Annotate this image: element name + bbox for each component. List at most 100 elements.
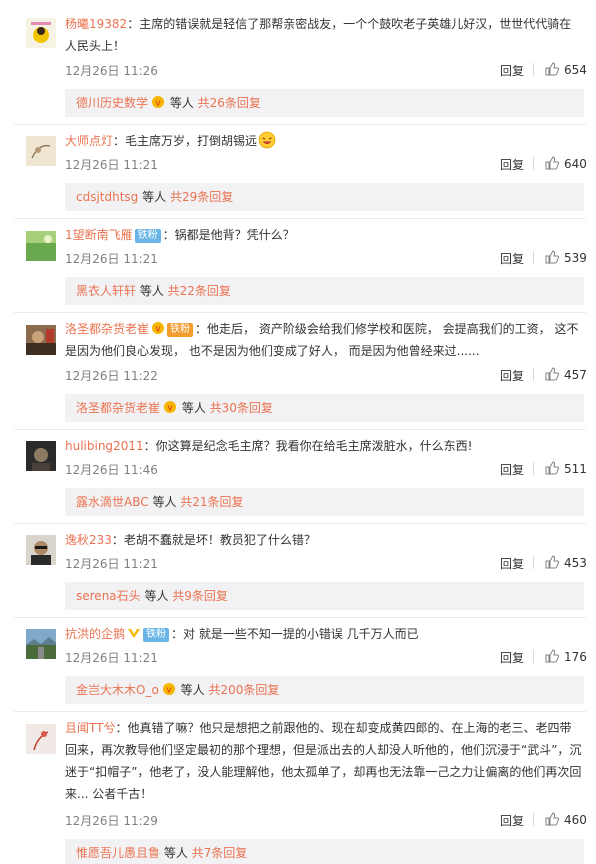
laughing-emoji-icon — [258, 131, 276, 149]
like-button[interactable]: 539 — [545, 250, 587, 265]
divider — [14, 523, 586, 524]
reply-thread[interactable]: serena石头 等人 共9条回复 — [65, 582, 584, 610]
divider — [14, 312, 586, 313]
reply-thread[interactable]: 金岂大木木O_o v 等人 共200条回复 — [65, 676, 584, 704]
avatar[interactable] — [26, 441, 56, 471]
divider — [533, 650, 534, 663]
divider — [14, 429, 586, 430]
thread-username[interactable]: 惟愿吾儿愚且鲁 — [76, 846, 160, 860]
comment-username[interactable]: 且闻TT兮 — [65, 721, 115, 735]
like-button[interactable]: 511 — [545, 461, 587, 476]
reply-button[interactable]: 回复 — [500, 555, 524, 572]
like-count: 453 — [564, 556, 587, 570]
comment-time: 12月26日 11:22 — [65, 369, 158, 383]
thread-count[interactable]: 共22条回复 — [168, 284, 231, 298]
thread-username[interactable]: serena石头 — [76, 589, 141, 603]
fan-badge: 铁粉 — [143, 628, 170, 642]
thread-count[interactable]: 共30条回复 — [210, 401, 273, 415]
comment-username[interactable]: hulibing2011 — [65, 439, 144, 453]
avatar[interactable] — [26, 535, 56, 565]
svg-text:v: v — [166, 686, 172, 696]
like-button[interactable]: 453 — [545, 555, 587, 570]
thread-username[interactable]: 露水滴世ABC — [76, 495, 149, 509]
reply-button[interactable]: 回复 — [500, 367, 524, 384]
avatar[interactable] — [26, 136, 56, 166]
comment-text: 洛圣都杂货老崔 v 铁粉 ：他走后， 资产阶级会给我们修学校和医院， 会提高我们的工资… — [65, 318, 582, 362]
comment-body: ：对 就是一些不知一提的小错误 几千万人而已 — [171, 627, 419, 641]
thread-suffix: 等人 — [136, 284, 168, 298]
divider — [533, 63, 534, 76]
comment-meta: 12月26日 11:21 回复 640 — [65, 156, 587, 173]
thread-count[interactable]: 共29条回复 — [170, 190, 233, 204]
comment-time: 12月26日 11:21 — [65, 158, 158, 172]
like-button[interactable]: 176 — [545, 649, 587, 664]
reply-button[interactable]: 回复 — [500, 250, 524, 267]
reply-thread[interactable]: 露水滴世ABC 等人 共21条回复 — [65, 488, 584, 516]
divider — [533, 556, 534, 569]
comment-username[interactable]: 抗洪的企鹅 — [65, 627, 125, 641]
vip-badge-icon: v — [164, 401, 177, 414]
thread-suffix: 等人 — [140, 589, 173, 603]
like-count: 511 — [564, 462, 587, 476]
thread-username[interactable]: 黑衣人轩轩 — [76, 284, 136, 298]
comment-username[interactable]: 大师点灯 — [65, 134, 113, 148]
divider — [533, 157, 534, 170]
comment-meta: 12月26日 11:21 回复 539 — [65, 250, 587, 267]
thread-count[interactable]: 共9条回复 — [172, 589, 228, 603]
avatar[interactable] — [26, 724, 56, 754]
divider — [14, 218, 586, 219]
divider — [533, 251, 534, 264]
thread-username[interactable]: cdsjtdhtsg — [76, 190, 138, 204]
like-button[interactable]: 457 — [545, 367, 587, 382]
comment-text: 1望断南飞雁 铁粉 ：锅都是他背？凭什么？ — [65, 224, 582, 246]
thread-count[interactable]: 共200条回复 — [208, 683, 279, 697]
comment-feed: 杨曦19382：主席的错误就是轻信了那帮亲密战友，一个个鼓吹老子英雄儿好汉，世世… — [0, 0, 596, 864]
thread-username[interactable]: 德川历史数学 — [76, 96, 148, 110]
comment-body: ：老胡不蠢就是坏！教员犯了什么错？ — [111, 533, 316, 547]
reply-thread[interactable]: 德川历史数学 v 等人 共26条回复 — [65, 89, 584, 117]
comment-body: ：他真错了嘛？他只是想把之前跟他的、现在却变成黄四郎的、在上海的老三、老四带回来… — [65, 721, 582, 801]
comment-username[interactable]: 杨曦19382 — [65, 17, 127, 31]
thread-count[interactable]: 共21条回复 — [180, 495, 243, 509]
thread-username[interactable]: 洛圣都杂货老崔 — [76, 401, 160, 415]
avatar[interactable] — [26, 629, 56, 659]
thread-suffix: 等人 — [178, 401, 210, 415]
comment-username[interactable]: 1望断南飞雁 — [65, 228, 133, 242]
svg-text:v: v — [155, 99, 161, 109]
thread-count[interactable]: 共26条回复 — [198, 96, 261, 110]
thread-count[interactable]: 共7条回复 — [192, 846, 248, 860]
thumbs-up-icon — [545, 250, 560, 264]
comment-body: ：主席的错误就是轻信了那帮亲密战友，一个个鼓吹老子英雄儿好汉，世世代代骑在人民头… — [65, 17, 572, 53]
comment-body: ：你这算是纪念毛主席？我看你在给毛主席泼脏水，什么东西! — [143, 439, 473, 453]
reply-button[interactable]: 回复 — [500, 812, 524, 829]
reply-button[interactable]: 回复 — [500, 156, 524, 173]
fan-badge: 铁粉 — [134, 229, 161, 243]
like-button[interactable]: 640 — [545, 156, 587, 171]
svg-text:v: v — [155, 325, 161, 335]
reply-thread[interactable]: 惟愿吾儿愚且鲁 等人 共7条回复 — [65, 839, 584, 864]
like-button[interactable]: 460 — [545, 812, 587, 827]
comment-meta: 12月26日 11:22 回复 457 — [65, 367, 587, 384]
reply-thread[interactable]: 黑衣人轩轩 等人 共22条回复 — [65, 277, 584, 305]
comment-meta: 12月26日 11:46 回复 511 — [65, 461, 587, 478]
reply-button[interactable]: 回复 — [500, 461, 524, 478]
like-count: 654 — [564, 63, 587, 77]
reply-button[interactable]: 回复 — [500, 62, 524, 79]
avatar[interactable] — [26, 231, 56, 261]
vip-badge-icon: v — [152, 96, 165, 109]
comment-body: ：锅都是他背？凭什么？ — [162, 228, 295, 242]
thread-username[interactable]: 金岂大木木O_o — [76, 683, 159, 697]
comment-username[interactable]: 洛圣都杂货老崔 — [65, 322, 149, 336]
thread-suffix: 等人 — [160, 846, 192, 860]
comment-meta: 12月26日 11:21 回复 176 — [65, 649, 587, 666]
like-count: 176 — [564, 650, 587, 664]
avatar[interactable] — [26, 18, 56, 48]
divider — [533, 813, 534, 826]
reply-thread[interactable]: cdsjtdhtsg 等人 共29条回复 — [65, 183, 584, 211]
avatar[interactable] — [26, 325, 56, 355]
reply-thread[interactable]: 洛圣都杂货老崔 v 等人 共30条回复 — [65, 394, 584, 422]
comment-username[interactable]: 逸秋233 — [65, 533, 112, 547]
divider — [533, 368, 534, 381]
reply-button[interactable]: 回复 — [500, 649, 524, 666]
like-button[interactable]: 654 — [545, 62, 587, 77]
